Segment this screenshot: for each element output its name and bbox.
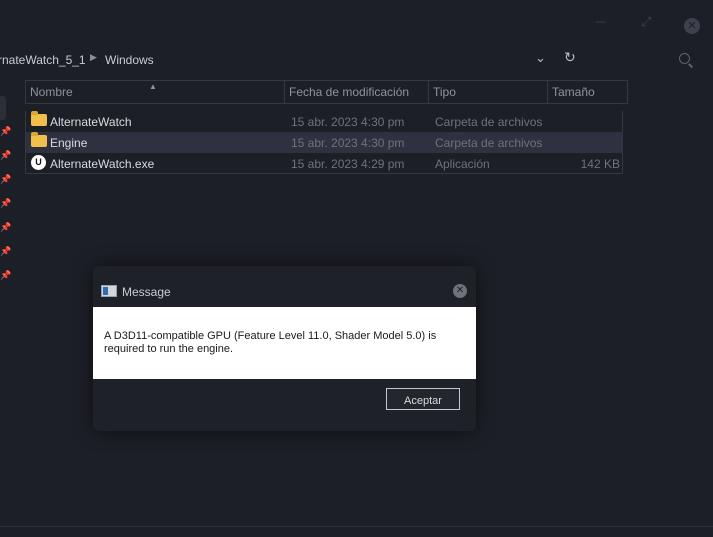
list-item[interactable]: AlternateWatch 15 abr. 2023 4:30 pm Carp…: [26, 111, 623, 132]
sidebar-selected-item[interactable]: [0, 96, 6, 120]
column-header-row: Nombre ▲ Fecha de modificación Tipo Tama…: [25, 80, 628, 104]
pin-icon[interactable]: 📌: [0, 150, 11, 161]
message-dialog: Message ✕ A D3D11-compatible GPU (Featur…: [93, 266, 476, 431]
file-name: AlternateWatch: [50, 115, 132, 129]
pin-icon[interactable]: 📌: [0, 246, 11, 257]
file-name: Engine: [50, 136, 88, 150]
file-list: AlternateWatch 15 abr. 2023 4:30 pm Carp…: [25, 111, 623, 174]
close-window-icon[interactable]: ✕: [684, 18, 700, 34]
sort-ascending-icon: ▲: [149, 82, 157, 91]
file-type: Carpeta de archivos: [435, 136, 543, 150]
pin-icon[interactable]: 📌: [0, 126, 11, 137]
column-header-name[interactable]: Nombre ▲: [26, 81, 285, 103]
unreal-engine-icon: U: [31, 155, 46, 170]
pin-icon[interactable]: 📌: [0, 174, 11, 185]
column-header-type[interactable]: Tipo: [429, 81, 548, 103]
file-type: Aplicación: [435, 157, 490, 171]
navigation-sidebar: 📌 📌 📌 📌 📌 📌 📌: [0, 96, 12, 296]
dialog-message: A D3D11-compatible GPU (Feature Level 11…: [104, 330, 437, 355]
close-icon[interactable]: ✕: [453, 284, 467, 298]
column-header-label: Nombre: [30, 85, 73, 99]
column-header-size[interactable]: Tamaño: [548, 81, 628, 103]
column-header-date[interactable]: Fecha de modificación: [285, 81, 429, 103]
search-icon[interactable]: [679, 53, 690, 64]
list-item[interactable]: U AlternateWatch.exe 15 abr. 2023 4:29 p…: [26, 153, 623, 174]
address-bar[interactable]: rnateWatch_5_1 ▶ Windows ⌄ ↻: [0, 48, 713, 74]
maximize-icon[interactable]: ⤢: [641, 14, 651, 30]
pin-icon[interactable]: 📌: [0, 270, 11, 281]
window-icon: [101, 285, 117, 297]
pin-icon[interactable]: 📌: [0, 222, 11, 233]
status-bar: [0, 526, 713, 537]
folder-icon: [31, 132, 47, 147]
file-size: 142 KB: [580, 157, 620, 171]
list-item[interactable]: Engine 15 abr. 2023 4:30 pm Carpeta de a…: [26, 132, 623, 153]
file-date: 15 abr. 2023 4:30 pm: [291, 136, 405, 150]
folder-icon: [31, 111, 47, 126]
file-type: Carpeta de archivos: [435, 115, 543, 129]
dialog-title: Message: [122, 285, 171, 299]
chevron-down-icon[interactable]: ⌄: [535, 50, 546, 66]
refresh-icon[interactable]: ↻: [564, 49, 576, 66]
file-date: 15 abr. 2023 4:29 pm: [291, 157, 405, 171]
file-date: 15 abr. 2023 4:30 pm: [291, 115, 405, 129]
dialog-body: A D3D11-compatible GPU (Feature Level 11…: [93, 307, 476, 379]
minimize-icon[interactable]: ─: [596, 14, 605, 29]
breadcrumb-separator-icon[interactable]: ▶: [90, 52, 97, 63]
file-name: AlternateWatch.exe: [50, 157, 155, 171]
ok-button[interactable]: Aceptar: [386, 388, 460, 410]
breadcrumb-parent[interactable]: rnateWatch_5_1: [0, 53, 86, 67]
title-bar: ─ ⤢ ✕: [0, 0, 713, 44]
pin-icon[interactable]: 📌: [0, 198, 11, 209]
breadcrumb-current[interactable]: Windows: [105, 53, 154, 67]
